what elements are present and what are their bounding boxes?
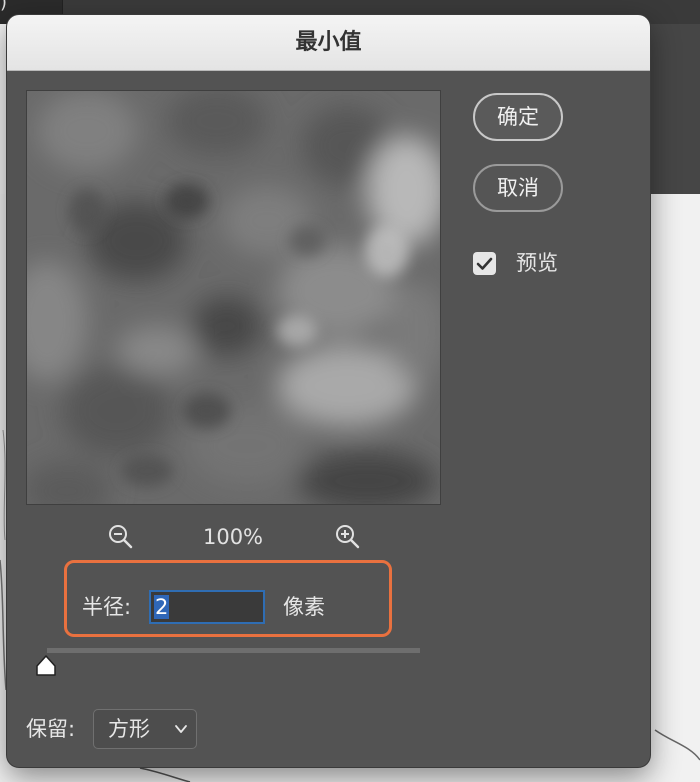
- minimum-filter-dialog: 最小值 100% 半径: 2 像素 保留: 方形 确定 取消 预览: [7, 15, 650, 767]
- preview-checkbox[interactable]: [473, 252, 496, 275]
- zoom-in-button[interactable]: [333, 522, 363, 552]
- zoom-out-button[interactable]: [106, 522, 136, 552]
- ok-button[interactable]: 确定: [473, 93, 563, 141]
- dialog-titlebar[interactable]: 最小值: [7, 15, 650, 71]
- zoom-out-icon: [109, 525, 133, 549]
- radius-input[interactable]: 2: [149, 590, 265, 624]
- preserve-label: 保留:: [26, 717, 76, 741]
- chevron-down-icon: [175, 725, 187, 733]
- preserve-select-value: 方形: [108, 717, 150, 741]
- zoom-in-icon: [336, 525, 360, 549]
- slider-thumb-icon: [36, 655, 56, 676]
- preview-checkbox-label[interactable]: 预览: [516, 246, 558, 280]
- radius-input-value: 2: [154, 595, 170, 619]
- checkmark-icon: [476, 257, 493, 270]
- radius-label: 半径:: [82, 595, 132, 619]
- filter-preview-image[interactable]: [26, 90, 441, 505]
- radius-slider-thumb[interactable]: [33, 653, 59, 679]
- dialog-title: 最小值: [295, 30, 362, 55]
- preserve-select[interactable]: 方形: [93, 709, 197, 749]
- zoom-level-readout: 100%: [202, 525, 264, 549]
- radius-unit-label: 像素: [283, 595, 325, 619]
- radius-slider-track[interactable]: [47, 648, 420, 653]
- cancel-button[interactable]: 取消: [473, 164, 563, 212]
